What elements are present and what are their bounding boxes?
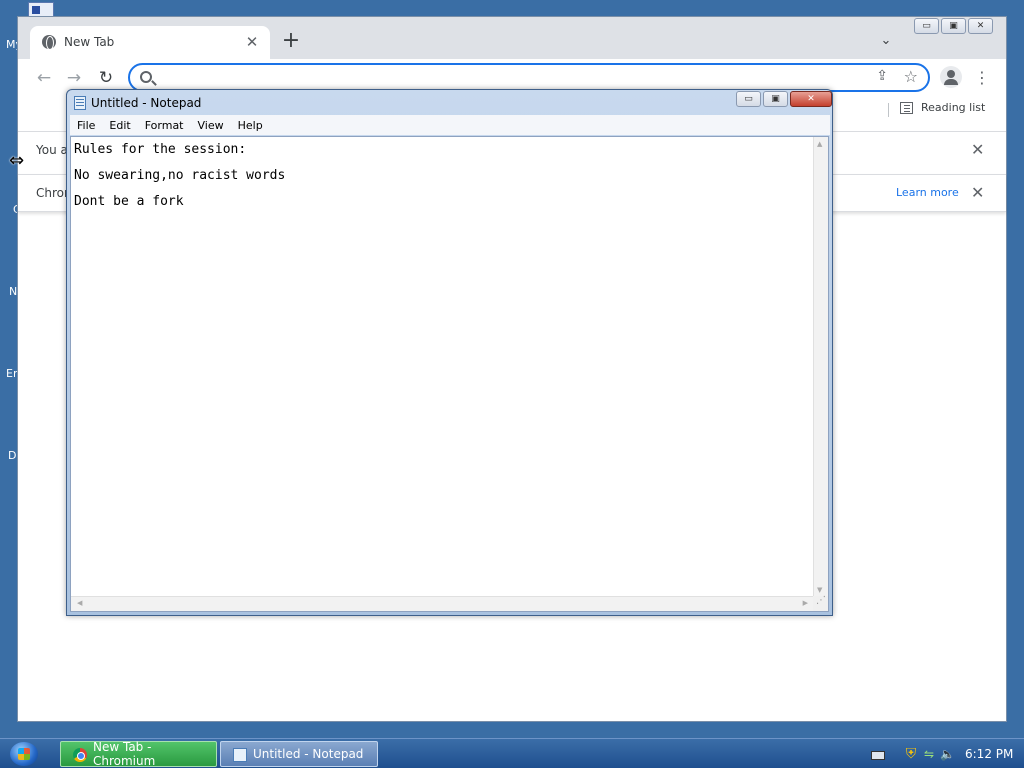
notepad-window: Untitled - Notepad ▭ ▣ ✕ File Edit Forma… xyxy=(66,89,833,616)
notepad-edit-area: Rules for the session: No swearing,no ra… xyxy=(70,136,829,612)
menu-view[interactable]: View xyxy=(191,119,231,132)
tab-search-button[interactable]: ⌄ xyxy=(878,33,894,49)
reading-list-icon xyxy=(900,101,913,114)
scroll-right-icon[interactable]: ▶ xyxy=(803,599,808,607)
learn-more-link[interactable]: Learn more xyxy=(896,186,959,199)
taskbar-button-chromium[interactable]: New Tab - Chromium xyxy=(60,740,217,768)
vertical-scrollbar[interactable]: ▲ ▼ xyxy=(813,137,828,597)
resize-grip-icon[interactable] xyxy=(813,595,828,611)
reload-button[interactable]: ↻ xyxy=(94,67,118,89)
reading-list-label: Reading list xyxy=(921,101,986,114)
tab-new-tab[interactable]: New Tab ✕ xyxy=(30,26,270,59)
chromium-icon xyxy=(73,748,87,762)
address-input[interactable] xyxy=(162,68,852,88)
notepad-window-controls: ▭ ▣ ✕ xyxy=(734,91,832,107)
shield-icon[interactable]: ⛨ xyxy=(904,747,918,761)
menu-file[interactable]: File xyxy=(70,119,102,132)
taskbar-button-notepad[interactable]: Untitled - Notepad xyxy=(220,741,378,767)
volume-icon[interactable]: 🔈 xyxy=(940,747,955,761)
taskbar: New Tab - Chromium Untitled - Notepad ⛨ … xyxy=(0,738,1024,768)
infobar-close-button[interactable]: ✕ xyxy=(971,140,984,159)
globe-icon xyxy=(42,35,56,50)
bookmark-star-icon[interactable]: ☆ xyxy=(904,67,918,86)
search-icon xyxy=(140,71,152,83)
notepad-icon xyxy=(74,96,86,110)
chrome-menu-button[interactable]: ⋮ xyxy=(974,67,990,89)
taskbar-button-label: New Tab - Chromium xyxy=(93,740,156,768)
keyboard-icon[interactable] xyxy=(870,747,885,761)
close-button[interactable]: ✕ xyxy=(968,18,993,34)
close-button[interactable]: ✕ xyxy=(790,91,832,107)
start-button[interactable] xyxy=(10,742,38,766)
new-tab-button[interactable]: + xyxy=(280,30,302,53)
omnibox[interactable]: ⇪ ☆ xyxy=(128,63,930,92)
system-tray: ⛨ ⇋ 🔈 6:12 PM xyxy=(862,739,1024,768)
back-button[interactable]: ← xyxy=(32,67,56,89)
minimize-button[interactable]: ▭ xyxy=(914,18,939,34)
menu-edit[interactable]: Edit xyxy=(102,119,137,132)
profile-avatar-button[interactable] xyxy=(940,66,962,88)
notepad-menubar: File Edit Format View Help xyxy=(70,115,830,135)
scroll-down-icon[interactable]: ▼ xyxy=(817,586,822,594)
desktop-icon-label[interactable]: D xyxy=(8,449,16,462)
menu-help[interactable]: Help xyxy=(231,119,270,132)
chrome-window-controls: ▭ ▣ ✕ xyxy=(912,18,993,34)
tab-close-button[interactable]: ✕ xyxy=(242,32,262,52)
share-icon[interactable]: ⇪ xyxy=(876,68,888,84)
minimize-button[interactable]: ▭ xyxy=(736,91,761,107)
clock[interactable]: 6:12 PM xyxy=(965,747,1013,761)
horizontal-scrollbar[interactable]: ◀ ▶ xyxy=(71,596,814,611)
menu-format[interactable]: Format xyxy=(138,119,191,132)
scroll-up-icon[interactable]: ▲ xyxy=(817,140,822,148)
desktop-icon-label[interactable]: Er xyxy=(6,367,17,380)
infobar-close-button[interactable]: ✕ xyxy=(971,183,984,202)
forward-button[interactable]: → xyxy=(62,67,86,89)
notepad-icon xyxy=(233,748,247,762)
resize-cursor-icon: ⇔ xyxy=(9,150,25,171)
desktop-icon-label[interactable]: N xyxy=(9,285,17,298)
taskbar-button-label: Untitled - Notepad xyxy=(253,747,364,761)
notepad-titlebar[interactable]: Untitled - Notepad ▭ ▣ ✕ xyxy=(67,90,832,114)
infobar-text: You ar xyxy=(36,143,66,157)
network-icon[interactable]: ⇋ xyxy=(922,747,936,761)
divider xyxy=(888,103,889,117)
maximize-button[interactable]: ▣ xyxy=(763,91,788,107)
reading-list-button[interactable]: Reading list xyxy=(900,101,985,114)
maximize-button[interactable]: ▣ xyxy=(941,18,966,34)
tab-strip: New Tab ✕ + ⌄ ▭ ▣ ✕ xyxy=(18,17,1006,59)
infobar-text: Chron xyxy=(36,186,66,200)
scroll-left-icon[interactable]: ◀ xyxy=(77,599,82,607)
tab-title: New Tab xyxy=(64,35,115,49)
notepad-text-area[interactable]: Rules for the session: No swearing,no ra… xyxy=(74,137,814,597)
window-title: Untitled - Notepad xyxy=(91,96,202,110)
